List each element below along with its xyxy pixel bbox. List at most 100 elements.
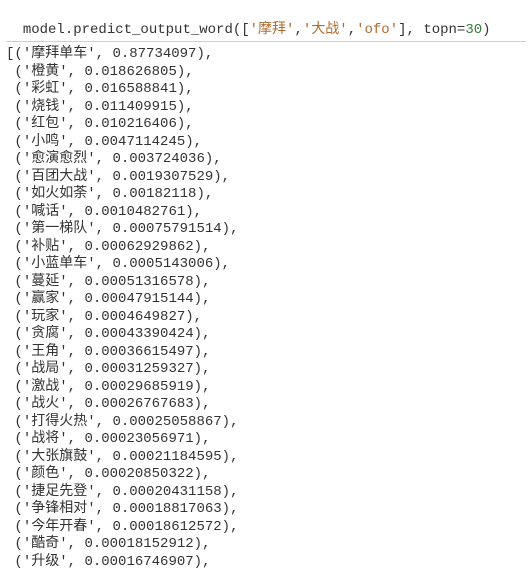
tuple-open: ( <box>14 64 22 80</box>
string-arg-list: '摩拜','大战','ofo' <box>250 22 398 38</box>
tuple-word: '彩虹' <box>23 81 68 97</box>
tuple-close: ) <box>213 169 221 185</box>
tuple-separator: , <box>68 536 85 552</box>
tuple-word: '贪腐' <box>23 326 68 342</box>
output-tuple-row: ('玩家', 0.0004649827), <box>6 309 526 327</box>
tuple-open: ( <box>14 46 22 62</box>
tuple-close: ) <box>205 151 213 167</box>
tuple-open: ( <box>14 431 22 447</box>
tuple-close: ) <box>194 274 202 290</box>
tuple-close: ) <box>185 204 193 220</box>
tuple-close: ) <box>196 186 204 202</box>
line-trailing-comma: , <box>202 361 210 377</box>
tuple-open: ( <box>14 519 22 535</box>
output-tuple-row: ('大张旗鼓', 0.00021184595), <box>6 449 526 467</box>
tuple-separator: , <box>96 221 113 237</box>
tuple-close: ) <box>194 326 202 342</box>
output-tuple-row: ('争锋相对', 0.00018817063), <box>6 501 526 519</box>
tuple-score: 0.00018612572 <box>112 519 221 535</box>
tuple-open: ( <box>14 361 22 377</box>
tuple-word: '战将' <box>23 431 68 447</box>
tuple-word: '烧钱' <box>23 99 68 115</box>
kwarg-value: 30 <box>465 22 482 38</box>
tuple-open: ( <box>14 396 22 412</box>
line-trailing-comma: , <box>194 309 202 325</box>
tuple-open: ( <box>14 186 22 202</box>
tuple-separator: , <box>96 519 113 535</box>
line-trailing-comma: , <box>202 536 210 552</box>
tuple-score: 0.00047915144 <box>84 291 193 307</box>
output-tuple-row: ('捷足先登', 0.00020431158), <box>6 484 526 502</box>
line-trailing-comma: , <box>185 81 193 97</box>
tuple-close: ) <box>222 519 230 535</box>
tuple-word: '王角' <box>23 344 68 360</box>
tuple-score: 0.018626805 <box>84 64 176 80</box>
tuple-close: ) <box>194 239 202 255</box>
output-tuple-row: ('红包', 0.010216406), <box>6 116 526 134</box>
output-tuple-row: ('王角', 0.00036615497), <box>6 344 526 362</box>
tuple-close: ) <box>213 256 221 272</box>
tuple-score: 0.00031259327 <box>84 361 193 377</box>
tuple-close: ) <box>177 64 185 80</box>
tuple-score: 0.016588841 <box>84 81 176 97</box>
tuple-score: 0.0047114245 <box>84 134 185 150</box>
tuple-open: ( <box>14 221 22 237</box>
line-trailing-comma: , <box>230 449 238 465</box>
tuple-score: 0.00051316578 <box>84 274 193 290</box>
line-trailing-comma: , <box>185 64 193 80</box>
line-trailing-comma: , <box>202 379 210 395</box>
tuple-close: ) <box>185 309 193 325</box>
tuple-open: ( <box>14 256 22 272</box>
tuple-separator: , <box>96 169 113 185</box>
line-trailing-comma: , <box>230 519 238 535</box>
tuple-close: ) <box>222 449 230 465</box>
string-arg: '摩拜' <box>250 22 295 38</box>
bracket-close: ] <box>398 22 406 38</box>
code-call-prefix: model.predict_output_word( <box>23 22 241 38</box>
output-tuple-row: ('颜色', 0.00020850322), <box>6 466 526 484</box>
tuple-open: ( <box>14 134 22 150</box>
tuple-close: ) <box>222 484 230 500</box>
arg-separator: , <box>348 22 356 38</box>
tuple-separator: , <box>96 256 113 272</box>
tuple-separator: , <box>68 361 85 377</box>
tuple-score: 0.00020431158 <box>112 484 221 500</box>
tuple-close: ) <box>222 221 230 237</box>
line-trailing-comma: , <box>222 256 230 272</box>
tuple-score: 0.00026767683 <box>84 396 193 412</box>
line-trailing-comma: , <box>202 326 210 342</box>
output-tuple-row: ('贪腐', 0.00043390424), <box>6 326 526 344</box>
tuple-word: '酷奇' <box>23 536 68 552</box>
tuple-score: 0.0019307529 <box>112 169 213 185</box>
tuple-separator: , <box>96 484 113 500</box>
tuple-separator: , <box>68 291 85 307</box>
tuple-close: ) <box>194 361 202 377</box>
output-tuple-row: ('如火如荼', 0.00182118), <box>6 186 526 204</box>
code-input-line: model.predict_output_word(['摩拜','大战','of… <box>6 4 526 42</box>
tuple-separator: , <box>96 151 113 167</box>
output-tuple-row: ('酷奇', 0.00018152912), <box>6 536 526 554</box>
output-tuple-row: ('升级', 0.00016746907), <box>6 554 526 572</box>
tuple-open: ( <box>14 449 22 465</box>
output-tuple-row: ('愈演愈烈', 0.003724036), <box>6 151 526 169</box>
line-trailing-comma: , <box>213 151 221 167</box>
output-tuple-row: ('赢家', 0.00047915144), <box>6 291 526 309</box>
tuple-score: 0.00043390424 <box>84 326 193 342</box>
tuple-open: ( <box>14 274 22 290</box>
tuple-open: ( <box>14 326 22 342</box>
tuple-word: '争锋相对' <box>23 501 96 517</box>
tuple-score: 0.87734097 <box>112 46 196 62</box>
tuple-open: ( <box>14 379 22 395</box>
tuple-close: ) <box>194 344 202 360</box>
tuple-word: '小鸣' <box>23 134 68 150</box>
call-close: ) <box>482 22 490 38</box>
output-tuple-row: ('小鸣', 0.0047114245), <box>6 134 526 152</box>
output-block: [('摩拜单车', 0.87734097), ('橙黄', 0.01862680… <box>6 46 526 571</box>
bracket-open: [ <box>241 22 249 38</box>
string-arg: '大战' <box>303 22 348 38</box>
output-tuple-row: ('烧钱', 0.011409915), <box>6 99 526 117</box>
line-trailing-comma: , <box>205 46 213 62</box>
tuple-open: ( <box>14 116 22 132</box>
line-trailing-comma: , <box>202 466 210 482</box>
tuple-separator: , <box>68 81 85 97</box>
